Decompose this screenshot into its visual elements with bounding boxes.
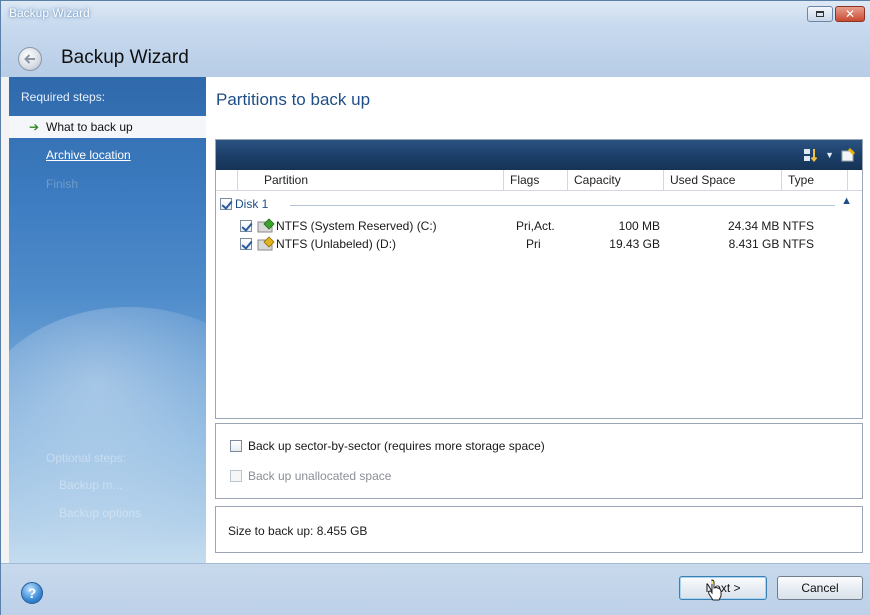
close-icon: ✕ [844, 7, 856, 21]
table-row[interactable]: NTFS (Unlabeled) (D:) Pri 19.43 GB 8.431… [216, 235, 862, 253]
sector-by-sector-option[interactable]: Back up sector-by-sector (requires more … [230, 439, 545, 453]
column-header-flags[interactable]: Flags [504, 170, 568, 191]
partition-flags: Pri,Act. [516, 219, 555, 233]
optional-steps-heading: Optional steps: [46, 451, 127, 465]
backup-options-panel: Back up sector-by-sector (requires more … [215, 423, 863, 499]
partition-drive-icon [257, 218, 275, 233]
partition-checkbox[interactable] [240, 220, 252, 232]
page-title: Partitions to back up [216, 90, 371, 109]
sidebar-item-label: What to back up [46, 120, 133, 134]
disk-label: Disk 1 [235, 197, 269, 211]
size-summary-panel: Size to back up: 8.455 GB [215, 506, 863, 553]
required-steps-heading: Required steps: [21, 90, 106, 104]
back-arrow-icon [24, 54, 35, 64]
hand-cursor-icon [707, 579, 722, 601]
sidebar-item-finish: Finish [46, 177, 79, 191]
sort-icon[interactable] [803, 147, 819, 163]
close-button[interactable]: ✕ [835, 6, 865, 22]
settings-icon[interactable] [840, 147, 856, 163]
partition-grid: ▼ Partition Flags Capacity Used Space Ty… [215, 139, 863, 419]
green-arrow-icon: ➔ [29, 120, 40, 134]
column-header-partition[interactable]: Partition [238, 170, 504, 191]
column-header-capacity[interactable]: Capacity [568, 170, 664, 191]
collapse-icon[interactable]: ▲ [841, 195, 852, 207]
partition-name: NTFS (Unlabeled) (D:) [276, 237, 397, 251]
wizard-sidebar: Required steps: ➔ What to back up Archive… [9, 77, 206, 563]
table-row[interactable]: NTFS (System Reserved) (C:) Pri,Act. 100… [216, 217, 862, 235]
help-icon[interactable]: ? [21, 582, 43, 604]
backup-wizard-window: Backup Wizard ✕ Backup Wizard Required s… [0, 0, 870, 615]
column-header-used-space[interactable]: Used Space [664, 170, 782, 191]
sidebar-item-archive-location[interactable]: Archive location [9, 144, 206, 166]
sidebar-decoration [9, 307, 206, 563]
sector-by-sector-checkbox[interactable] [230, 440, 242, 452]
sidebar-item-backup-m: Backup m... [59, 478, 123, 492]
main-content: Partitions to back up ▼ Partition Flags … [206, 77, 870, 563]
unallocated-checkbox [230, 470, 242, 482]
disk-checkbox[interactable] [220, 198, 232, 210]
partition-drive-icon [257, 236, 275, 251]
disk-group-row: Disk 1 ▲ [220, 195, 856, 213]
column-header-type[interactable]: Type [782, 170, 848, 191]
app-title: Backup Wizard [61, 47, 189, 68]
minimize-icon [816, 11, 824, 17]
title-bar: Backup Wizard ✕ Backup Wizard [1, 1, 870, 77]
size-to-back-up: Size to back up: 8.455 GB [228, 524, 368, 538]
grid-toolbar: ▼ [216, 140, 862, 170]
window-controls: ✕ [807, 6, 865, 22]
minimize-button[interactable] [807, 6, 833, 22]
cancel-button[interactable]: Cancel [777, 576, 863, 600]
back-button[interactable] [18, 47, 42, 71]
partition-checkbox[interactable] [240, 238, 252, 250]
divider [290, 205, 835, 206]
partition-used-space: 24.34 MB NTFS [727, 219, 814, 233]
sidebar-item-backup-options: Backup options [59, 506, 142, 520]
chevron-down-icon[interactable]: ▼ [825, 150, 834, 160]
sidebar-item-what-to-back-up[interactable]: ➔ What to back up [9, 116, 206, 138]
partition-name: NTFS (System Reserved) (C:) [276, 219, 437, 233]
column-header: Partition Flags Capacity Used Space Type [216, 170, 862, 191]
bottom-bar: ? Next > Cancel [1, 563, 870, 615]
partition-flags: Pri [526, 237, 541, 251]
partition-used-space: 8.431 GB NTFS [728, 237, 814, 251]
window-title: Backup Wizard [9, 6, 90, 20]
partition-capacity: 100 MB [618, 219, 660, 233]
column-header-select [216, 170, 238, 191]
unallocated-label: Back up unallocated space [248, 469, 392, 483]
sector-by-sector-label[interactable]: Back up sector-by-sector (requires more … [248, 439, 545, 453]
partition-capacity: 19.43 GB [609, 237, 660, 251]
unallocated-option: Back up unallocated space [230, 469, 391, 483]
next-button[interactable]: Next > [679, 576, 767, 600]
